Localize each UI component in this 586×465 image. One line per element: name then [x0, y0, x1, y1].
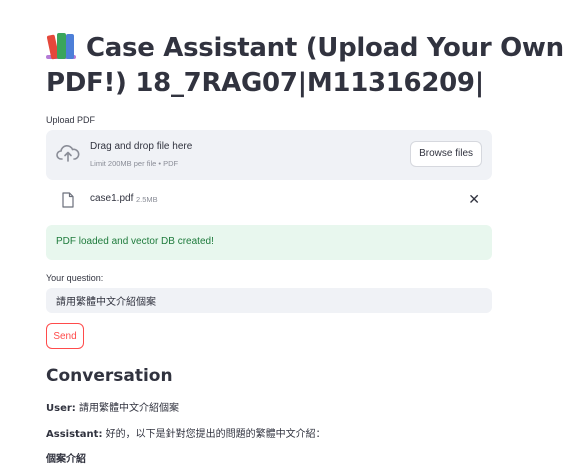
browse-files-button[interactable]: Browse files — [410, 141, 482, 167]
assistant-message-text: 好的，以下是針對您提出的問題的繁體中文介紹： — [105, 429, 326, 440]
assistant-message: Assistant: 好的，以下是針對您提出的問題的繁體中文介紹： — [46, 425, 326, 440]
file-dropzone[interactable]: Drag and drop file here Limit 200MB per … — [46, 130, 492, 180]
conversation-heading: Conversation — [46, 366, 173, 386]
books-icon — [46, 31, 78, 60]
dropzone-title: Drag and drop file here — [90, 141, 193, 152]
page-title: Case Assistant (Upload Your Own PDF!) 18… — [46, 31, 566, 101]
user-message: User: 請用繁體中文介紹個案 — [46, 399, 179, 414]
user-role-label: User: — [46, 403, 76, 414]
assistant-section-heading: 個案介紹 — [46, 454, 86, 465]
upload-label: Upload PDF — [46, 115, 96, 125]
send-button[interactable]: Send — [46, 323, 84, 349]
remove-file-icon[interactable]: ✕ — [468, 191, 480, 207]
file-icon — [62, 192, 74, 208]
assistant-role-label: Assistant: — [46, 429, 103, 440]
question-input[interactable] — [46, 288, 492, 313]
user-message-text: 請用繁體中文介紹個案 — [78, 403, 179, 414]
status-success-alert: PDF loaded and vector DB created! — [46, 225, 492, 260]
file-name: case1.pdf — [90, 193, 134, 204]
dropzone-subtitle: Limit 200MB per file • PDF — [90, 159, 179, 168]
file-size: 2.5MB — [136, 195, 158, 204]
uploaded-file-row: case1.pdf 2.5MB ✕ — [46, 188, 492, 212]
question-label: Your question: — [46, 273, 104, 283]
page-title-text: Case Assistant (Upload Your Own PDF!) 18… — [46, 33, 564, 98]
cloud-upload-icon — [56, 145, 80, 162]
